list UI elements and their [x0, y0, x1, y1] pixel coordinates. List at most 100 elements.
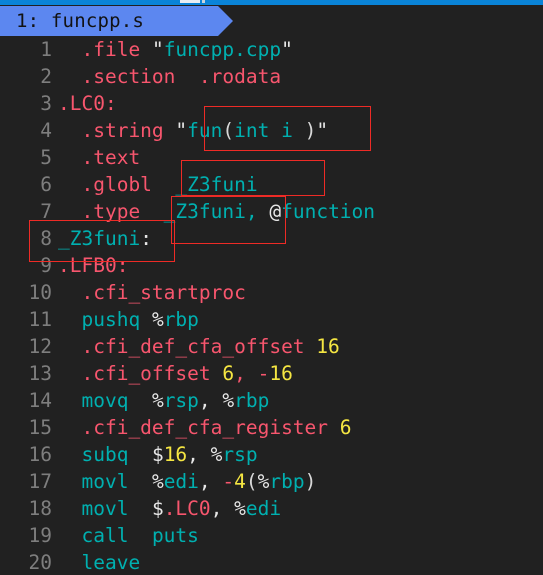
line-number: 2	[40, 65, 52, 88]
code-token: function	[281, 200, 376, 223]
code-token: rbp	[269, 470, 305, 493]
code-token: int i	[234, 119, 305, 142]
code-token: %	[210, 443, 223, 466]
code-token: ,	[198, 389, 211, 412]
line-number: 19	[28, 524, 52, 547]
code-line[interactable]: 16 subq $16, %rsp	[0, 441, 543, 468]
code-line[interactable]: 11 pushq %rbp	[0, 306, 543, 333]
code-token: ,	[187, 443, 199, 466]
code-token: ,	[234, 362, 246, 385]
code-token: .LFB0	[58, 254, 117, 277]
code-line[interactable]: 18 movl $.LC0, %edi	[0, 495, 543, 522]
code-token: rsp	[163, 389, 199, 412]
code-line[interactable]: 9 .LFB0:	[0, 252, 543, 279]
code-token: .globl	[81, 173, 152, 196]
code-token: rsp	[222, 443, 258, 466]
code-line[interactable]: 14 movq %rsp, %rbp	[0, 387, 543, 414]
line-number: 13	[28, 362, 52, 385]
line-number: 20	[28, 551, 52, 574]
code-line[interactable]: 20 leave	[0, 549, 543, 575]
code-token: subq	[81, 443, 129, 466]
top-bar-notch	[180, 0, 200, 3]
code-line[interactable]: 8 _Z3funi:	[0, 225, 543, 252]
line-number: 9	[40, 254, 52, 277]
code-token: .string	[81, 119, 164, 142]
code-token: .LC0	[163, 497, 211, 520]
line-number: 4	[40, 119, 52, 142]
code-line[interactable]: 13 .cfi_offset 6, -16	[0, 360, 543, 387]
line-content: .cfi_offset 6, -16	[52, 360, 292, 387]
line-content: movl $.LC0, %edi	[52, 495, 281, 522]
code-line[interactable]: 10 .cfi_startproc	[0, 279, 543, 306]
line-number: 14	[28, 389, 52, 412]
line-content: movq %rsp, %rbp	[52, 387, 269, 414]
code-line[interactable]: 19 call puts	[0, 522, 543, 549]
line-content: movl %edi, -4(%rbp)	[52, 468, 316, 495]
code-token: .cfi_startproc	[81, 281, 246, 304]
code-line[interactable]: 17 movl %edi, -4(%rbp)	[0, 468, 543, 495]
code-token: "	[151, 38, 164, 61]
code-line[interactable]: 2 .section .rodata	[0, 63, 543, 90]
code-token: rbp	[234, 389, 270, 412]
line-number: 1	[40, 38, 52, 61]
line-number: 15	[28, 416, 52, 439]
code-token: :	[104, 92, 117, 115]
code-token: .cfi_offset	[81, 362, 211, 385]
line-number: 6	[40, 173, 52, 196]
code-token: "	[175, 119, 188, 142]
code-token: edi	[163, 470, 199, 493]
code-token: leave	[81, 551, 141, 574]
line-number: 16	[28, 443, 52, 466]
code-token: funcpp.cpp	[163, 38, 282, 61]
line-content: .file "funcpp.cpp"	[52, 36, 292, 63]
line-content: .globl _Z3funi	[52, 171, 257, 198]
code-line[interactable]: 3 .LC0:	[0, 90, 543, 117]
code-token: %	[234, 497, 246, 520]
code-token: .cfi_def_cfa_offset	[81, 335, 305, 358]
code-line[interactable]: 7 .type _Z3funi, @function	[0, 198, 543, 225]
code-token: movq	[81, 389, 129, 412]
code-token: -	[222, 470, 235, 493]
code-line[interactable]: 6 .globl _Z3funi	[0, 171, 543, 198]
code-line[interactable]: 12 .cfi_def_cfa_offset 16	[0, 333, 543, 360]
code-line[interactable]: 4 .string "fun(int i )"	[0, 117, 543, 144]
line-content: .string "fun(int i )"	[52, 117, 328, 144]
line-content: call puts	[52, 522, 198, 549]
code-line[interactable]: 15 .cfi_def_cfa_register 6	[0, 414, 543, 441]
line-content: pushq %rbp	[52, 306, 198, 333]
top-bar-notch-secondary	[202, 0, 205, 3]
code-token: .text	[81, 146, 141, 169]
code-line[interactable]: 1 .file "funcpp.cpp"	[0, 36, 543, 63]
code-token: pushq	[81, 308, 141, 331]
code-token: ,	[210, 497, 223, 520]
code-token: _Z3funi	[163, 200, 246, 223]
code-token: (	[245, 470, 258, 493]
code-listing[interactable]: 1 .file "funcpp.cpp" 2 .section .rodata 3.…	[0, 36, 543, 575]
code-token: 4	[234, 470, 246, 493]
code-token: %	[222, 389, 235, 412]
code-line[interactable]: 5 .text	[0, 144, 543, 171]
code-token: @	[269, 200, 282, 223]
